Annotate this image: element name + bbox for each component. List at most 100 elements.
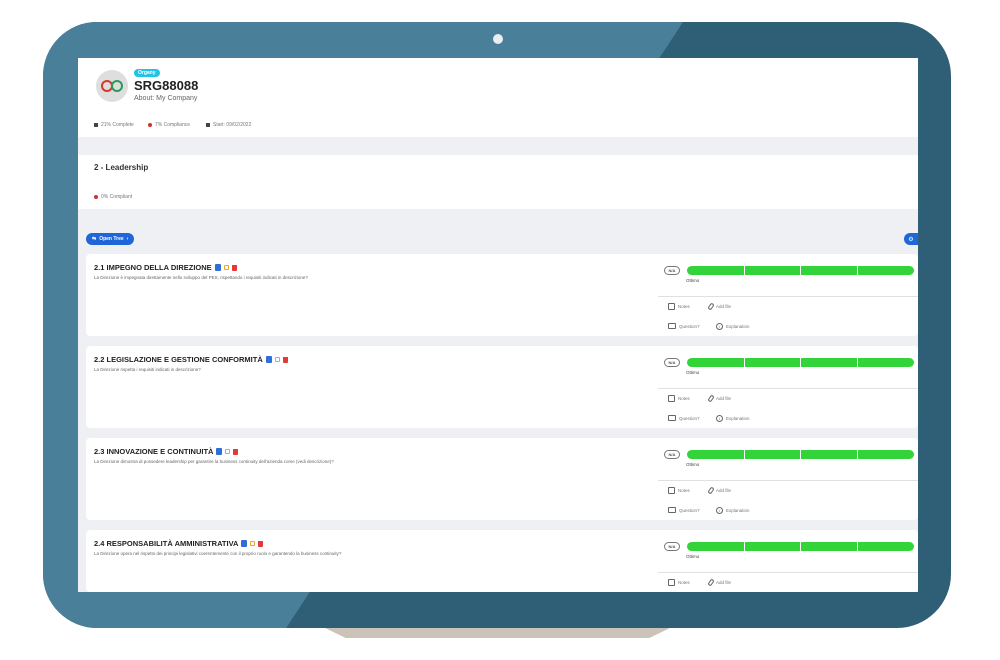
requirement-title: 2.3 INNOVAZIONE E CONTINUITÀ [94, 447, 239, 456]
paperclip-icon [707, 578, 715, 587]
na-toggle[interactable]: N/A [664, 542, 680, 551]
comment-icon [668, 415, 676, 421]
requirement-card: 2.3 INNOVAZIONE E CONTINUITÀ La Direzion… [86, 438, 918, 520]
notes-label: Notes [678, 304, 690, 309]
rating-bar[interactable] [687, 266, 914, 275]
rating-bar[interactable] [687, 542, 914, 551]
document-icon[interactable] [214, 264, 221, 271]
paperclip-icon [707, 302, 715, 311]
info-icon: i [716, 323, 723, 330]
requirement-title-text: 2.1 IMPEGNO DELLA DIREZIONE [94, 263, 212, 272]
notes-action[interactable]: Notes [668, 303, 690, 310]
na-toggle[interactable]: N/A [664, 266, 680, 275]
add-file-label: Add file [716, 396, 732, 401]
requirement-card: 2.4 RESPONSABILITÀ AMMINISTRATIVA La Dir… [86, 530, 918, 592]
notes-label: Notes [678, 580, 690, 585]
organization-badge: Organy [134, 69, 160, 77]
stat-start-label: Start: 09/02/2022 [213, 122, 252, 128]
info-icon: i [716, 415, 723, 422]
edit-icon[interactable] [250, 541, 256, 546]
requirement-title-text: 2.4 RESPONSABILITÀ AMMINISTRATIVA [94, 539, 239, 548]
notes-action[interactable]: Notes [668, 579, 690, 586]
bookmark-icon [94, 123, 98, 127]
question-label: Question? [679, 323, 700, 329]
paperclip-icon [707, 486, 715, 495]
open-tree-button[interactable]: ⇆ Open Tree › [86, 233, 135, 245]
document-icon[interactable] [265, 356, 272, 363]
trash-icon[interactable] [231, 264, 237, 271]
rating-label: Ottimo [686, 370, 700, 375]
notes-action[interactable]: Notes [668, 395, 690, 402]
open-tree-label: Open Tree [99, 236, 124, 242]
explanation-action[interactable]: i Explanation [716, 507, 750, 514]
stat-compliance: 7% Compliance [148, 122, 190, 128]
status-dot-icon [148, 123, 152, 127]
question-action[interactable]: Question? [668, 323, 700, 329]
explanation-action[interactable]: i Explanation [716, 415, 750, 422]
question-action[interactable]: Question? [668, 507, 700, 513]
explanation-label: Explanation [726, 416, 750, 421]
add-file-action[interactable]: Add file [707, 486, 732, 495]
comment-icon [668, 507, 676, 513]
rating-label: Ottimo [686, 462, 700, 467]
gear-icon: ⚙ [908, 236, 914, 243]
settings-button[interactable]: ⚙ [904, 233, 918, 245]
add-file-label: Add file [716, 488, 732, 493]
pencil-icon [668, 395, 675, 402]
rating-segment-divider [744, 542, 745, 551]
trash-icon[interactable] [282, 356, 288, 363]
status-dot-icon [94, 195, 98, 199]
section-compliant: 0% Compliant [94, 194, 132, 200]
pencil-icon [668, 303, 675, 310]
notes-action[interactable]: Notes [668, 487, 690, 494]
company-logo-icon [96, 70, 128, 102]
add-file-action[interactable]: Add file [707, 302, 732, 311]
stat-compliance-label: 7% Compliance [155, 122, 191, 128]
edit-icon[interactable] [225, 449, 231, 454]
explanation-label: Explanation [726, 508, 750, 513]
trash-icon[interactable] [233, 448, 239, 455]
edit-icon[interactable] [274, 357, 280, 362]
section-header: 2 - Leadership 0% Compliant [78, 155, 918, 209]
rating-bar[interactable] [687, 450, 914, 459]
explanation-label: Explanation [726, 324, 750, 329]
question-label: Question? [679, 507, 700, 513]
trash-icon[interactable] [258, 540, 264, 547]
rating-segment-divider [800, 358, 801, 367]
explanation-action[interactable]: i Explanation [716, 323, 750, 330]
rating-bar[interactable] [687, 358, 914, 367]
document-icon[interactable] [216, 448, 223, 455]
document-icon[interactable] [241, 540, 248, 547]
add-file-action[interactable]: Add file [707, 578, 731, 587]
card-divider [658, 480, 918, 481]
comment-icon [668, 323, 676, 329]
rating-segment-divider [800, 542, 801, 551]
question-action[interactable]: Question? [668, 415, 700, 421]
requirement-card: 2.2 LEGISLAZIONE E GESTIONE CONFORMITÀ L… [86, 346, 918, 428]
question-label: Question? [679, 415, 700, 421]
rating-segment-divider [857, 358, 858, 367]
rating-segment-divider [857, 266, 858, 275]
stat-complete-label: 21% Complete [101, 122, 134, 128]
requirement-title-text: 2.2 LEGISLAZIONE E GESTIONE CONFORMITÀ [94, 355, 263, 364]
requirement-title-text: 2.3 INNOVAZIONE E CONTINUITÀ [94, 447, 214, 456]
stat-start-date: Start: 09/02/2022 [206, 122, 251, 128]
add-file-action[interactable]: Add file [707, 394, 732, 403]
card-divider [658, 296, 918, 297]
company-code: SRG88088 [134, 78, 199, 93]
card-divider [658, 572, 918, 573]
info-icon: i [716, 507, 723, 514]
organization-header: Organy SRG88088 About: My Company 21% Co… [78, 58, 918, 137]
pencil-icon [668, 487, 675, 494]
requirement-description: La Direzione rispetta i requisiti indica… [94, 367, 201, 372]
edit-icon[interactable] [223, 265, 229, 270]
chevron-right-icon: › [126, 236, 129, 242]
na-toggle[interactable]: N/A [664, 358, 680, 367]
requirement-title: 2.1 IMPEGNO DELLA DIREZIONE [94, 263, 237, 272]
rating-label: Ottimo [686, 278, 700, 283]
add-file-label: Add file [716, 304, 732, 309]
requirement-description: La Direzione dimostra di possedere leade… [94, 459, 334, 464]
camera-dot [493, 34, 503, 44]
na-toggle[interactable]: N/A [664, 450, 680, 459]
logo-mark [101, 80, 123, 92]
